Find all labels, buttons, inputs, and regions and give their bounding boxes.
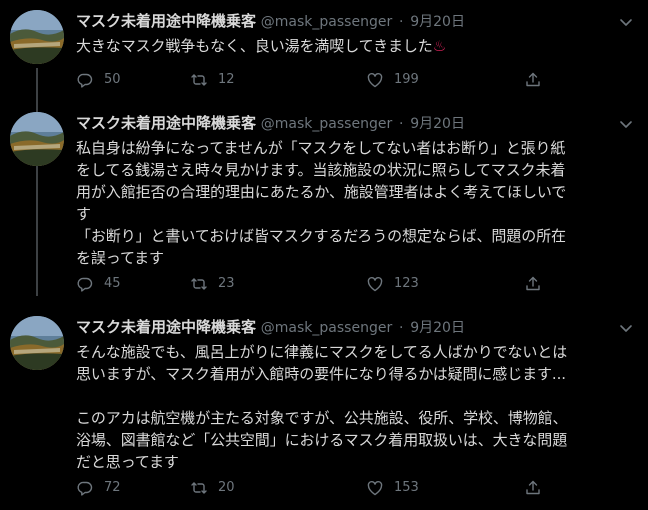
retweet-button[interactable]: 12 [190,70,235,90]
like-button[interactable]: 123 [366,274,419,294]
tweet-text-content: 大きなマスク戦争もなく、良い湯を満喫してきました [76,37,433,55]
like-button[interactable]: 153 [366,478,419,498]
landscape-avatar [10,10,64,64]
tweet-date[interactable]: 9月20日 [410,320,465,336]
display-name[interactable]: マスク未着用途中降機乗客 [76,12,256,30]
share-button[interactable] [524,70,542,90]
tweet-header: マスク未着用途中降機乗客 @mask_passenger · 9月20日 [76,316,465,338]
like-count: 123 [394,276,419,291]
reply-button[interactable]: 45 [76,274,121,294]
retweet-icon [191,482,207,494]
tweet-text: 大きなマスク戦争もなく、良い湯を満喫してきました♨ [76,35,628,57]
user-handle[interactable]: @mask_passenger [261,116,392,132]
like-button[interactable]: 199 [366,70,419,90]
tweet-actions: 50 12 199 [76,70,556,90]
reply-count: 45 [104,276,121,291]
reply-icon [77,481,93,496]
avatar[interactable] [10,10,64,64]
display-name[interactable]: マスク未着用途中降機乗客 [76,114,256,132]
heart-icon [367,276,383,292]
retweet-count: 12 [218,72,235,87]
heart-icon [367,72,383,88]
chevron-down-icon[interactable] [618,116,634,132]
tweet-header: マスク未着用途中降機乗客 @mask_passenger · 9月20日 [76,112,465,134]
hot-springs-icon: ♨ [432,37,447,55]
reply-icon [77,73,93,88]
tweet-text: 私自身は紛争になってませんが「マスクをしてない者はお断り」と張り紙 をしてる銭湯… [76,139,567,267]
tweet[interactable]: マスク未着用途中降機乗客 @mask_passenger · 9月20日 そんな… [0,316,648,506]
user-handle[interactable]: @mask_passenger [261,14,392,30]
tweet-date[interactable]: 9月20日 [410,116,465,132]
tweet[interactable]: マスク未着用途中降機乗客 @mask_passenger · 9月20日 私自身… [0,112,648,302]
reply-count: 50 [104,72,121,87]
tweet-text: そんな施設でも、風呂上がりに律義にマスクをしてる人ばかりでないとは 思いますが、… [76,343,568,471]
tweet-actions: 45 23 123 [76,274,556,294]
like-count: 153 [394,480,419,495]
landscape-avatar [10,112,64,166]
reply-icon [77,277,93,292]
retweet-icon [191,278,207,290]
share-button[interactable] [524,478,542,498]
separator: · [399,116,404,132]
reply-button[interactable]: 50 [76,70,121,90]
tweet-header: マスク未着用途中降機乗客 @mask_passenger · 9月20日 [76,10,465,32]
avatar[interactable] [10,316,64,370]
retweet-button[interactable]: 23 [190,274,235,294]
chevron-down-icon[interactable] [618,320,634,336]
share-icon [526,276,540,291]
share-button[interactable] [524,274,542,294]
separator: · [399,320,404,336]
reply-count: 72 [104,480,121,495]
tweet[interactable]: マスク未着用途中降機乗客 @mask_passenger · 9月20日 大きな… [0,10,648,102]
like-count: 199 [394,72,419,87]
retweet-count: 20 [218,480,235,495]
chevron-down-icon[interactable] [618,14,634,30]
tweet-actions: 72 20 153 [76,478,556,498]
share-icon [526,480,540,495]
retweet-count: 23 [218,276,235,291]
tweet-date[interactable]: 9月20日 [410,14,465,30]
retweet-icon [191,74,207,86]
display-name[interactable]: マスク未着用途中降機乗客 [76,318,256,336]
separator: · [399,14,404,30]
avatar[interactable] [10,112,64,166]
heart-icon [367,480,383,496]
share-icon [526,72,540,87]
user-handle[interactable]: @mask_passenger [261,320,392,336]
retweet-button[interactable]: 20 [190,478,235,498]
landscape-avatar [10,316,64,370]
reply-button[interactable]: 72 [76,478,121,498]
